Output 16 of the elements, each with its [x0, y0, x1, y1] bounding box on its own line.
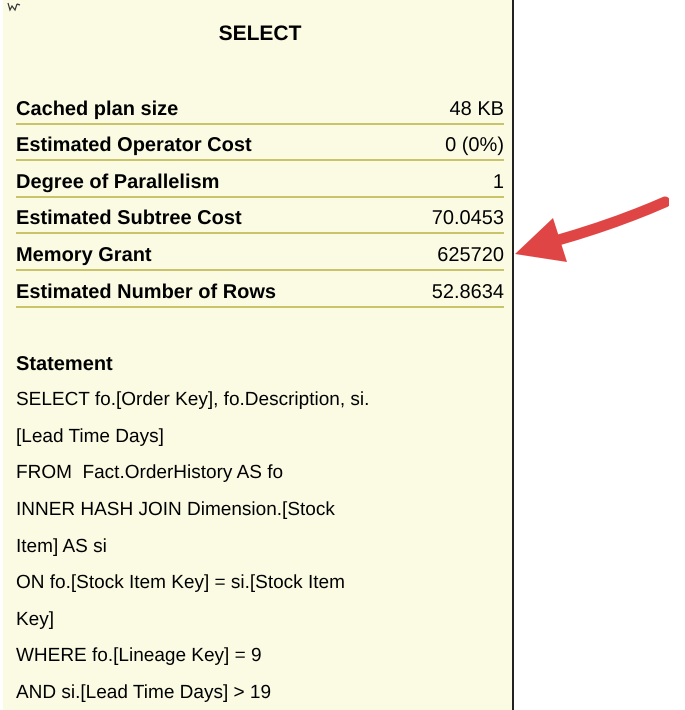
property-value: 1 — [492, 170, 504, 195]
property-value: 52.8634 — [432, 280, 504, 305]
property-value: 70.0453 — [432, 206, 504, 232]
property-label: Degree of Parallelism — [16, 170, 220, 195]
property-label: Memory Grant — [16, 242, 152, 268]
property-label: Estimated Subtree Cost — [16, 206, 242, 232]
tooltip-title: SELECT — [218, 21, 302, 47]
property-value: 48 KB — [450, 96, 504, 122]
statement-heading: Statement — [16, 352, 114, 377]
property-label: Cached plan size — [16, 96, 178, 122]
property-value: 625720 — [437, 242, 504, 268]
property-label: Estimated Number of Rows — [16, 280, 276, 305]
cursor-icon — [7, 2, 21, 12]
property-label: Estimated Operator Cost — [16, 133, 252, 158]
property-value: 0 (0%) — [445, 133, 504, 158]
sql-statement: SELECT fo.[Order Key], fo.Description, si. [Lead Time Days] FROM Fact.OrderHistory AS fo INNER HASH JOIN Dimension.[Stock Item] AS si ON fo.[Stock Item Key] = si.[Stock Item Key] WHERE fo.[Lineage Key] = 9 AND si.[Lead Time Days] > 19 — [16, 388, 370, 705]
